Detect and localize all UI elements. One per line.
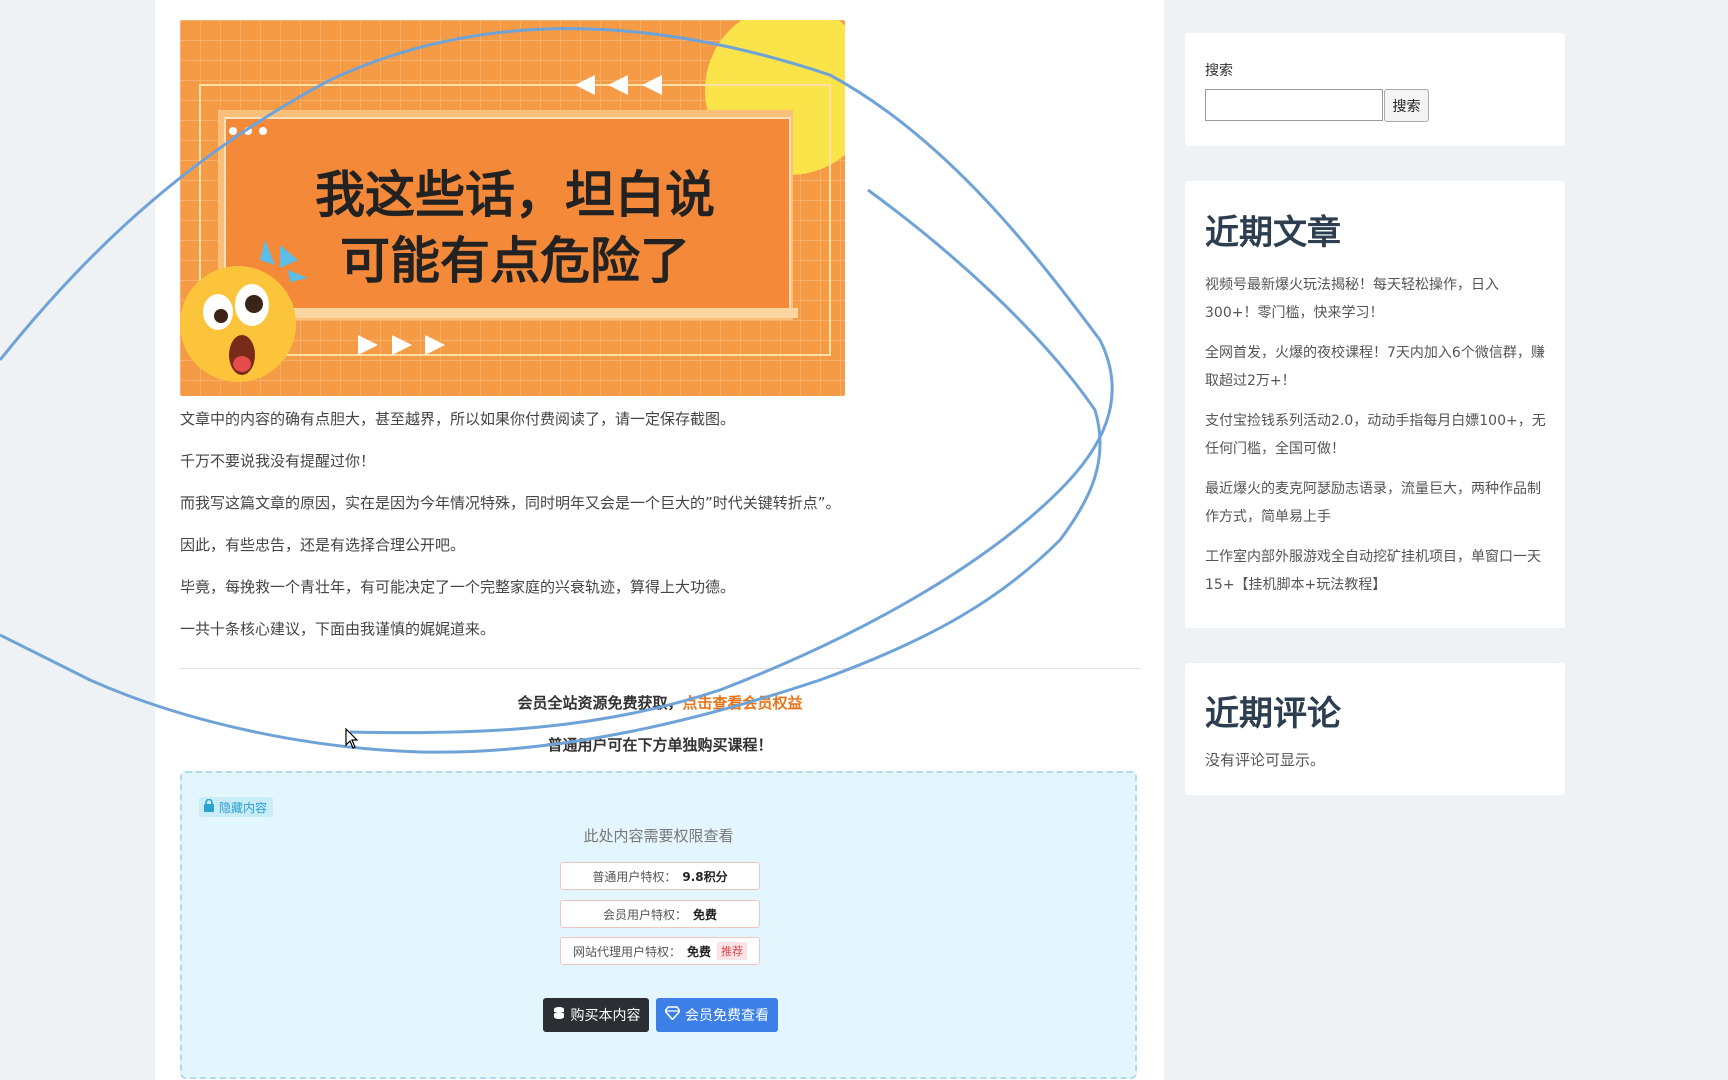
hidden-content-tag: 隐藏内容 (199, 797, 274, 817)
privilege-member-user: 会员用户特权： 免费 (560, 900, 760, 928)
recent-post-link[interactable]: 最近爆火的麦克阿瑟励志语录，流量巨大，两种作品制作方式，简单易上手 (1205, 475, 1550, 531)
recommended-badge: 推荐 (717, 942, 748, 960)
search-label: 搜索 (1205, 63, 1233, 79)
banner-line2: 可能有点危险了 (340, 232, 690, 290)
paragraph: 千万不要说我没有提醒过你！ (180, 452, 376, 470)
lock-icon (203, 798, 215, 815)
search-button[interactable]: 搜索 (1384, 89, 1429, 122)
recent-posts-title: 近期文章 (1205, 213, 1341, 253)
recent-comments-title: 近期评论 (1205, 694, 1341, 734)
privilege-value: 免费 (687, 944, 712, 959)
member-promo: 会员全站资源免费获取，点击查看会员权益 (180, 692, 1140, 713)
recent-post-link[interactable]: 视频号最新爆火玩法揭秘！每天轻松操作，日入300+！零门槛，快来学习！ (1205, 271, 1550, 327)
member-benefits-link[interactable]: 点击查看会员权益 (683, 694, 803, 712)
member-free-view-label: 会员免费查看 (685, 1008, 769, 1024)
buy-content-label: 购买本内容 (570, 1008, 641, 1024)
privilege-label: 会员用户特权： (602, 907, 687, 922)
paragraph: 毕竟，每挽救一个青壮年，有可能决定了一个完整家庭的兴衰轨迹，算得上大功德。 (180, 578, 736, 596)
search-widget: 搜索 搜索 (1185, 33, 1565, 146)
paragraph: 而我写这篇文章的原因，实在是因为今年情况特殊，同时明年又会是一个巨大的”时代关键… (180, 494, 841, 512)
recent-post-link[interactable]: 工作室内部外服游戏全自动挖矿挂机项目，单窗口一天15+【挂机脚本+玩法教程】 (1205, 543, 1550, 599)
article-body: 文章中的内容的确有点胆大，甚至越界，所以如果你付费阅读了，请一定保存截图。 千万… (180, 410, 1060, 662)
member-free-view-button[interactable]: 会员免费查看 (656, 998, 778, 1032)
privilege-agent-user: 网站代理用户特权： 免费 推荐 (560, 937, 760, 965)
mouse-cursor-icon (345, 727, 359, 754)
privilege-normal-user: 普通用户特权： 9.8积分 (560, 862, 760, 890)
hidden-tag-label: 隐藏内容 (219, 800, 268, 815)
paragraph: 因此，有些忠告，还是有选择合理公开吧。 (180, 536, 466, 554)
diamond-icon (664, 1006, 681, 1024)
coins-icon (552, 1006, 566, 1024)
recent-posts-widget: 近期文章 视频号最新爆火玩法揭秘！每天轻松操作，日入300+！零门槛，快来学习！… (1185, 181, 1565, 628)
recent-posts-list: 视频号最新爆火玩法揭秘！每天轻松操作，日入300+！零门槛，快来学习！ 全网首发… (1205, 271, 1550, 611)
privilege-label: 普通用户特权： (592, 869, 677, 884)
privilege-value: 免费 (693, 907, 718, 922)
paragraph: 文章中的内容的确有点胆大，甚至越界，所以如果你付费阅读了，请一定保存截图。 (180, 410, 736, 428)
permission-required-text: 此处内容需要权限查看 (583, 827, 734, 845)
recent-post-link[interactable]: 支付宝捡钱系列活动2.0，动动手指每月白嫖100+，无任何门槛，全国可做！ (1205, 407, 1550, 463)
banner-line1: 我这些话，坦白说 (315, 166, 715, 224)
search-input[interactable] (1205, 89, 1383, 121)
divider (180, 668, 1140, 669)
buy-content-button[interactable]: 购买本内容 (543, 998, 649, 1032)
privilege-label: 网站代理用户特权： (572, 944, 681, 959)
member-promo-text: 会员全站资源免费获取， (517, 694, 683, 712)
privilege-value: 9.8积分 (682, 869, 728, 884)
article-banner-image: 我这些话，坦白说 可能有点危险了 (180, 20, 845, 396)
no-comments-text: 没有评论可显示。 (1205, 751, 1326, 769)
recent-post-link[interactable]: 全网首发，火爆的夜校课程！7天内加入6个微信群，赚取超过2万+！ (1205, 339, 1550, 395)
paragraph: 一共十条核心建议，下面由我谨慎的娓娓道来。 (180, 620, 496, 638)
buy-notice: 普通用户可在下方单独购买课程！ (547, 736, 773, 754)
recent-comments-widget: 近期评论 没有评论可显示。 (1185, 663, 1565, 795)
hidden-content-box: 隐藏内容 此处内容需要权限查看 普通用户特权： 9.8积分 会员用户特权： 免费… (180, 771, 1137, 1079)
